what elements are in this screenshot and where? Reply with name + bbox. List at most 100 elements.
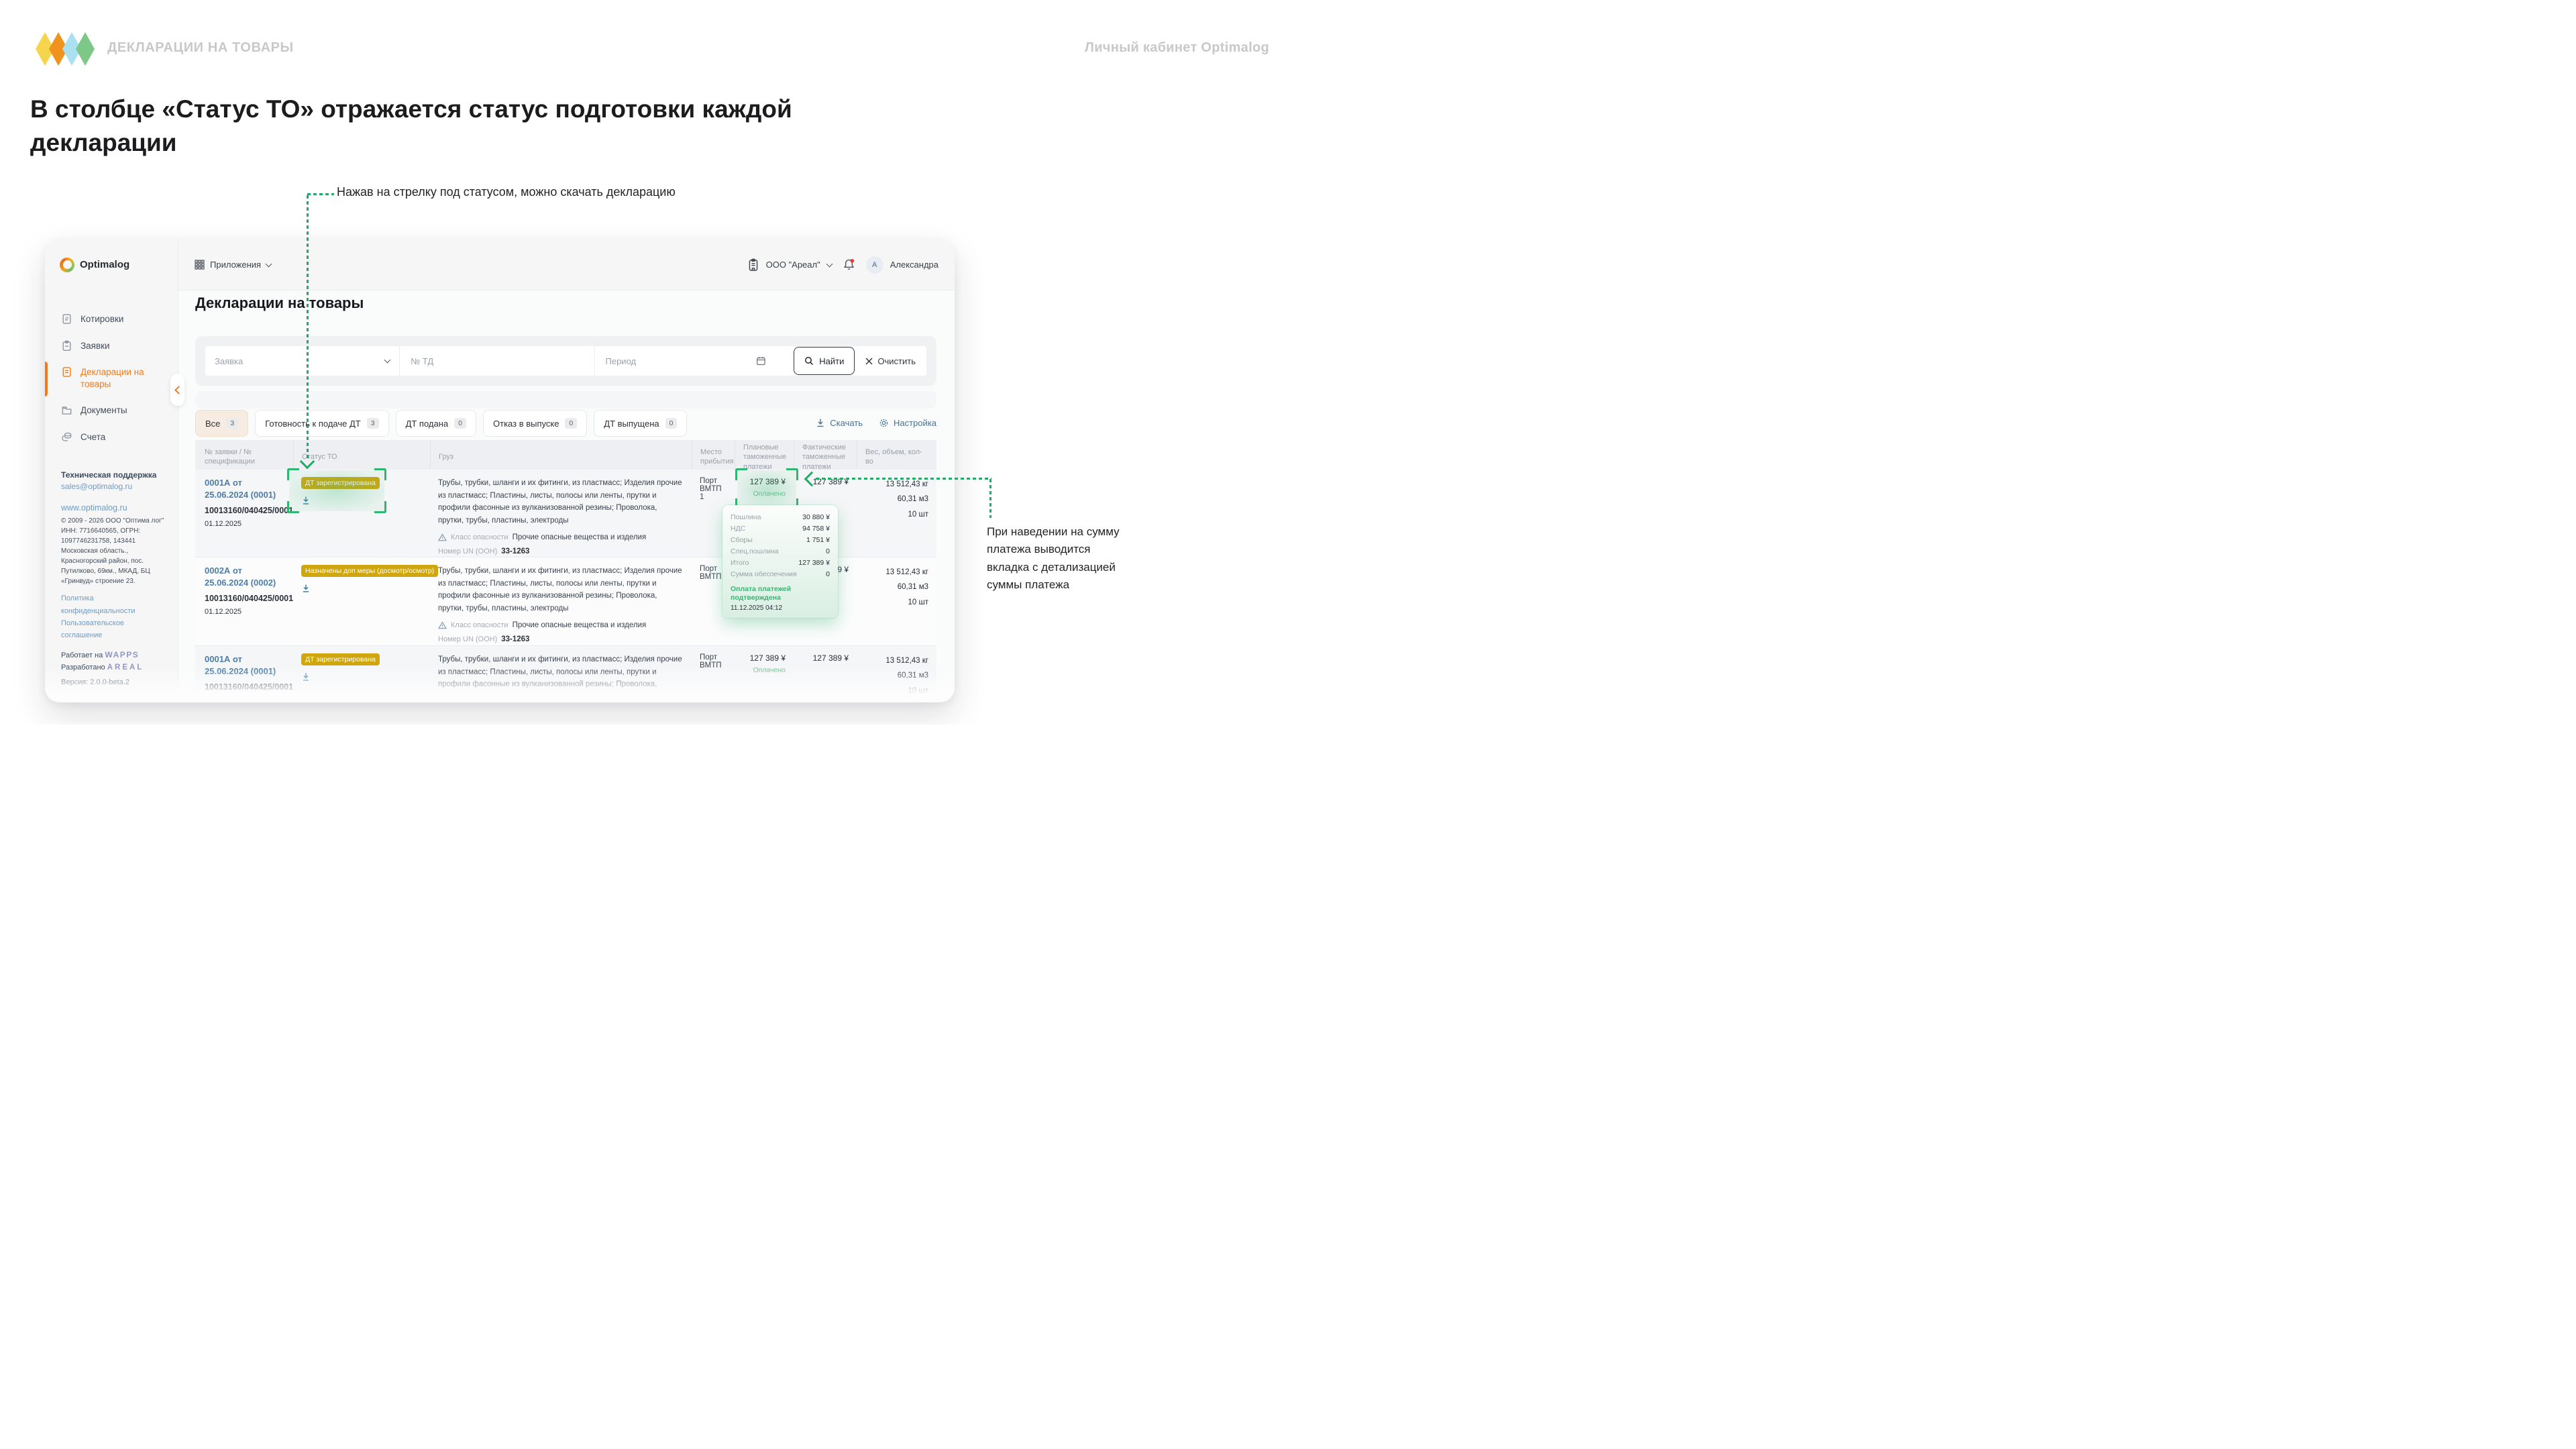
tab-all[interactable]: Все3 bbox=[195, 410, 248, 437]
hazard-value: Прочие опасные вещества и изделия bbox=[513, 620, 647, 631]
tooltip-value: 1 751 ¥ bbox=[806, 535, 830, 546]
tooltip-value: 0 bbox=[826, 546, 830, 557]
search-button[interactable]: Найти bbox=[794, 347, 855, 375]
hazard-warning-icon bbox=[438, 621, 447, 629]
download-icon bbox=[816, 418, 825, 428]
request-select[interactable]: Заявка bbox=[205, 346, 400, 376]
tutorial-slide: ДЕКЛАРАЦИИ НА ТОВАРЫ Личный кабинет Opti… bbox=[0, 0, 1288, 724]
sidebar-item-label: Декларации на товары bbox=[80, 366, 154, 390]
tooltip-label: Сумма обеспечения bbox=[731, 569, 797, 580]
requests-icon bbox=[61, 340, 72, 352]
declaration-number: 10013160/040425/0001 bbox=[205, 506, 285, 515]
tooltip-value: 30 880 ¥ bbox=[802, 512, 830, 523]
weight-value: 13 512,43 кг bbox=[865, 565, 928, 580]
payment-details-tooltip: Пошлина30 880 ¥ НДС94 758 ¥ Сборы1 751 ¥… bbox=[722, 505, 838, 618]
tooltip-value: 94 758 ¥ bbox=[802, 523, 830, 535]
tab-refused[interactable]: Отказ в выпуске0 bbox=[483, 410, 587, 437]
period-input[interactable] bbox=[604, 356, 756, 367]
hazard-value: Прочие опасные вещества и изделия bbox=[513, 532, 647, 543]
tooltip-label: Пошлина bbox=[731, 512, 761, 523]
tab-ready[interactable]: Готовность к подаче ДТ3 bbox=[255, 410, 388, 437]
declaration-number: 10013160/040425/0001 bbox=[205, 682, 285, 692]
hazard-warning-icon bbox=[438, 533, 447, 541]
tab-count-badge: 0 bbox=[565, 418, 577, 429]
tooltip-value: 0 bbox=[826, 569, 830, 580]
active-indicator bbox=[45, 362, 48, 396]
callout-dotted-line bbox=[816, 478, 991, 480]
cargo-description: Трубы, трубки, шланги и их фитинги, из п… bbox=[438, 565, 684, 615]
app-window: Optimalog ₽ Котировки Заявки Декларации … bbox=[45, 239, 955, 702]
tab-count-badge: 0 bbox=[454, 418, 466, 429]
sidebar-collapse-button[interactable] bbox=[170, 374, 184, 406]
tooltip-label: Сборы bbox=[731, 535, 753, 546]
un-label: Номер UN (ООН) bbox=[438, 546, 497, 557]
download-declaration-icon[interactable] bbox=[301, 672, 312, 682]
privacy-policy-link[interactable]: Политика конфиденциальности bbox=[61, 592, 167, 616]
sidebar-footer: Техническая поддержка sales@optimalog.ru… bbox=[61, 470, 167, 686]
sidebar-item-quotes[interactable]: ₽ Котировки bbox=[45, 306, 178, 333]
sidebar-item-requests[interactable]: Заявки bbox=[45, 333, 178, 360]
sidebar-item-label: Счета bbox=[80, 431, 105, 443]
clear-filters-button[interactable]: Очистить bbox=[855, 356, 926, 366]
tab-released[interactable]: ДТ выпущена0 bbox=[594, 410, 687, 437]
highlight-status-marker bbox=[289, 470, 384, 511]
account-label: Личный кабинет Optimalog bbox=[1085, 40, 1269, 56]
un-value: 33-1263 bbox=[501, 634, 529, 645]
terms-link[interactable]: Пользовательское соглашение bbox=[61, 617, 167, 641]
sidebar-item-invoices[interactable]: Счета bbox=[45, 424, 178, 451]
apps-menu-label: Приложения bbox=[210, 260, 261, 270]
calendar-icon bbox=[756, 356, 766, 366]
tooltip-value: 127 389 ¥ bbox=[798, 557, 830, 569]
chevron-down-icon bbox=[266, 260, 272, 267]
apps-grid-icon bbox=[195, 260, 205, 270]
documents-folder-icon bbox=[61, 405, 72, 416]
callout-dotted-line bbox=[989, 479, 991, 518]
company-icon bbox=[747, 258, 759, 272]
sidebar-item-documents[interactable]: Документы bbox=[45, 397, 178, 424]
site-link[interactable]: www.optimalog.ru bbox=[61, 503, 167, 513]
chevron-down-icon bbox=[384, 357, 391, 364]
status-badge: ДТ зарегистрирована bbox=[301, 653, 380, 665]
quantity-value: 10 шт bbox=[865, 507, 928, 522]
request-link[interactable]: 0001А от 25.06.2024 (0001) bbox=[205, 653, 285, 677]
declaration-date: 01.12.2025 bbox=[205, 696, 285, 702]
declaration-date: 01.12.2025 bbox=[205, 520, 285, 528]
settings-label: Настройка bbox=[894, 418, 936, 428]
support-title: Техническая поддержка bbox=[61, 470, 167, 480]
user-name: Александра bbox=[890, 260, 938, 270]
payment-confirmed-label: Оплата платежей подтверждена bbox=[731, 585, 830, 602]
tab-count-badge: 3 bbox=[367, 418, 379, 429]
download-table-button[interactable]: Скачать bbox=[816, 418, 863, 428]
highlight-payment-marker bbox=[737, 470, 796, 508]
page-header-title: ДЕКЛАРАЦИИ НА ТОВАРЫ bbox=[107, 40, 294, 56]
request-select-placeholder: Заявка bbox=[215, 356, 243, 366]
support-email-link[interactable]: sales@optimalog.ru bbox=[61, 482, 167, 491]
paid-status: Оплачено bbox=[743, 666, 786, 674]
topbar: Приложения ООО "Ареал" А Александра bbox=[178, 239, 955, 290]
sidebar-item-declarations[interactable]: Декларации на товары bbox=[45, 359, 178, 397]
apps-menu-button[interactable]: Приложения bbox=[195, 260, 271, 270]
status-badge: Назначены доп меры (досмотр/осмотр) bbox=[301, 565, 438, 577]
volume-value: 60,31 м3 bbox=[865, 492, 928, 506]
sidebar-item-label: Котировки bbox=[80, 313, 123, 325]
request-link[interactable]: 0002А от 25.06.2024 (0002) bbox=[205, 565, 285, 588]
quantity-value: 10 шт bbox=[865, 595, 928, 610]
slide-heading: В столбце «Статус ТО» отражается статус … bbox=[30, 93, 916, 160]
table-settings-button[interactable]: Настройка bbox=[879, 418, 936, 428]
download-declaration-icon[interactable] bbox=[301, 584, 312, 593]
cargo-description: Трубы, трубки, шланги и их фитинги, из п… bbox=[438, 653, 684, 702]
notifications-button[interactable] bbox=[843, 258, 855, 272]
sidebar-item-label: Заявки bbox=[80, 340, 110, 352]
user-avatar[interactable]: А bbox=[866, 256, 883, 274]
powered-by: Работает на WAPPS bbox=[61, 650, 167, 659]
planned-payment[interactable]: 127 389 ¥ bbox=[743, 653, 786, 663]
tab-submitted[interactable]: ДТ подана0 bbox=[396, 410, 476, 437]
optimalog-logo[interactable]: Optimalog bbox=[45, 239, 178, 290]
company-selector[interactable]: ООО "Ареал" bbox=[766, 260, 820, 270]
declarations-icon bbox=[61, 366, 72, 378]
td-number-input[interactable] bbox=[409, 356, 584, 367]
diamonds-logo-icon bbox=[34, 31, 95, 67]
request-link[interactable]: 0001А от 25.06.2024 (0001) bbox=[205, 477, 285, 500]
callout-dotted-line bbox=[307, 195, 309, 458]
sidebar-nav: ₽ Котировки Заявки Декларации на товары … bbox=[45, 290, 178, 450]
